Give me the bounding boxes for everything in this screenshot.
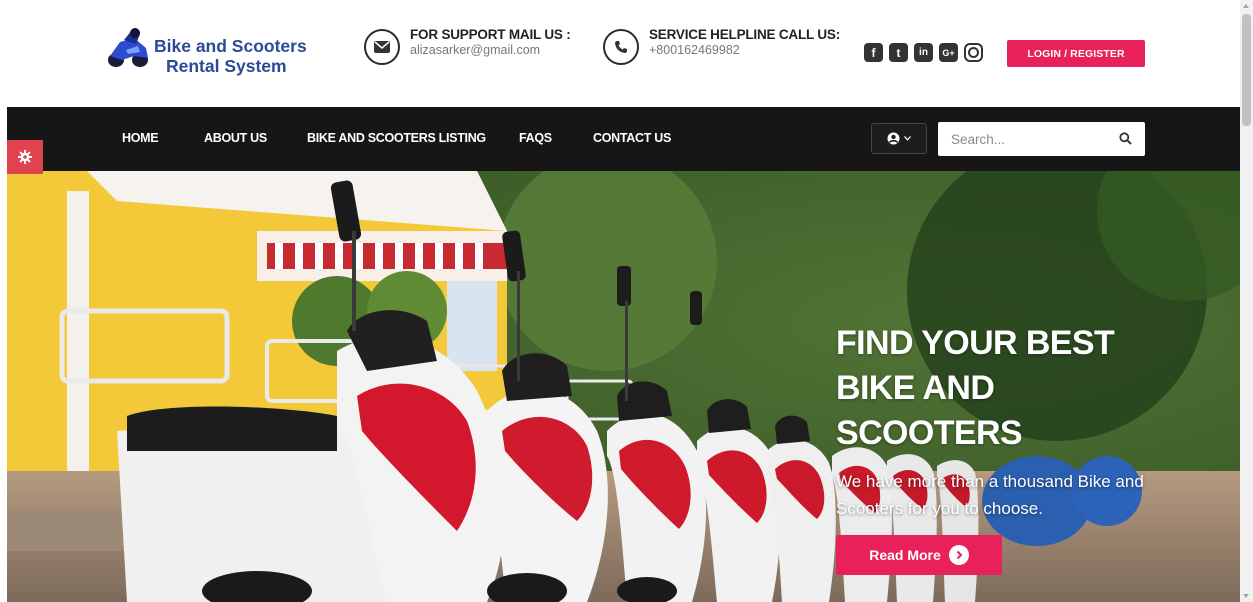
settings-gear-button[interactable] xyxy=(7,140,43,174)
motorbike-logo-icon xyxy=(104,26,152,70)
support-title: FOR SUPPORT MAIL US : xyxy=(410,27,571,42)
search-input[interactable] xyxy=(938,123,1108,155)
service-helpline: SERVICE HELPLINE CALL US: +800162469982 xyxy=(603,27,840,65)
user-icon xyxy=(887,132,900,145)
helpline-phone[interactable]: +800162469982 xyxy=(649,43,840,57)
main-navigation: HOME ABOUT US BIKE AND SCOOTERS LISTING … xyxy=(7,107,1240,174)
instagram-icon[interactable] xyxy=(964,43,983,62)
scroll-up-arrow-icon[interactable] xyxy=(1243,4,1249,8)
logo-text: Bike and Scooters Rental System xyxy=(154,36,307,76)
nav-faqs[interactable]: FAQS xyxy=(519,131,552,145)
linkedin-icon[interactable]: in xyxy=(914,43,933,62)
site-logo[interactable]: Bike and Scooters Rental System xyxy=(104,26,307,76)
gear-icon xyxy=(18,150,32,164)
hero-banner: FIND YOUR BEST BIKE AND SCOOTERS We have… xyxy=(7,171,1240,602)
scrollbar-thumb[interactable] xyxy=(1242,14,1251,126)
nav-home[interactable]: HOME xyxy=(122,131,159,145)
logo-line-2: Rental System xyxy=(166,56,287,76)
hero-subtitle: We have more than a thousand Bike and Sc… xyxy=(836,472,1144,518)
scroll-down-arrow-icon[interactable] xyxy=(1243,594,1249,598)
read-more-label: Read More xyxy=(869,547,941,563)
twitter-icon[interactable]: t xyxy=(889,43,908,62)
hero-title: FIND YOUR BEST BIKE AND SCOOTERS xyxy=(836,324,1115,452)
chevron-down-icon xyxy=(904,136,911,141)
login-register-button[interactable]: LOGIN / REGISTER xyxy=(1007,40,1145,67)
helpline-title: SERVICE HELPLINE CALL US: xyxy=(649,27,841,42)
social-links: f t in G+ xyxy=(864,43,983,62)
chevron-right-icon xyxy=(948,545,969,565)
user-menu-button[interactable] xyxy=(871,123,927,154)
phone-icon xyxy=(603,29,639,65)
support-email[interactable]: alizasarker@gmail.com xyxy=(410,43,571,57)
read-more-button[interactable]: Read More xyxy=(836,535,1002,575)
nav-about-us[interactable]: ABOUT US xyxy=(204,131,267,145)
site-header: Bike and Scooters Rental System FOR SUPP… xyxy=(0,0,1240,107)
envelope-icon xyxy=(364,29,400,65)
nav-bike-and-scooters-listing[interactable]: BIKE AND SCOOTERS LISTING xyxy=(307,131,486,145)
support-mail: FOR SUPPORT MAIL US : alizasarker@gmail.… xyxy=(364,27,571,65)
logo-line-1: Bike and Scooters xyxy=(154,36,307,56)
google-plus-icon[interactable]: G+ xyxy=(939,43,958,62)
search-icon[interactable] xyxy=(1119,132,1132,145)
page-scrollbar[interactable] xyxy=(1240,0,1253,602)
search-box xyxy=(938,122,1145,156)
nav-contact-us[interactable]: CONTACT US xyxy=(593,131,671,145)
facebook-icon[interactable]: f xyxy=(864,43,883,62)
